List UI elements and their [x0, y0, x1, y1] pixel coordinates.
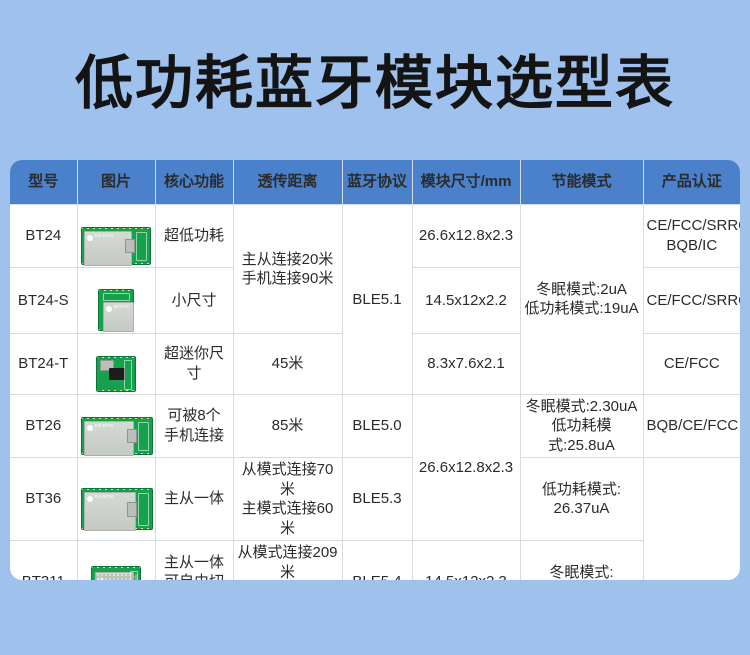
antenna-trace	[124, 360, 132, 390]
distance-cell: 从模式连接209米 主模式连接86米	[233, 541, 342, 581]
column-header-model: 型号	[10, 160, 77, 205]
size-cell: 26.6x12.8x2.3	[412, 394, 520, 541]
protocol-cell: BLE5.1	[342, 205, 412, 395]
feature-cell: 可被8个 手机连接	[155, 394, 233, 458]
size-cell: 14.5x12x2.3	[412, 541, 520, 581]
brand-logo-icon	[87, 425, 93, 431]
selection-table-card: 型号 图片 核心功能 透传距离 蓝牙协议 模块尺寸/mm 节能模式 产品认证 B…	[10, 160, 740, 580]
distance-cell: 从模式连接70米 主模式连接60米	[233, 458, 342, 541]
antenna-trace	[138, 422, 149, 451]
module-photo-cell: DX-BT311	[77, 541, 155, 581]
brand-logo-icon	[106, 306, 112, 312]
brand-logo-icon	[87, 496, 93, 502]
module-label: DX-BT24	[95, 234, 114, 239]
spec-table: 型号 图片 核心功能 透传距离 蓝牙协议 模块尺寸/mm 节能模式 产品认证 B…	[10, 160, 740, 580]
column-header-size: 模块尺寸/mm	[412, 160, 520, 205]
feature-cell: 主从一体 可自由切换	[155, 541, 233, 581]
module-label: BT24-S	[114, 305, 129, 310]
module-photo-cell	[77, 334, 155, 395]
model-cell: BT24-T	[10, 334, 77, 395]
brand-logo-icon	[87, 235, 93, 241]
column-header-cert: 产品认证	[643, 160, 740, 205]
page-title: 低功耗蓝牙模块选型表	[0, 36, 750, 120]
column-header-feature: 核心功能	[155, 160, 233, 205]
bt311-module-photo: DX-BT311	[91, 566, 141, 580]
size-cell: 8.3x7.6x2.1	[412, 334, 520, 395]
page: 低功耗蓝牙模块选型表 型号 图片 核心功能 透传距离 蓝牙协议 模块尺寸/mm …	[0, 0, 750, 655]
antenna-trace	[103, 293, 130, 301]
model-cell: BT24-S	[10, 267, 77, 334]
distance-cell: 45米	[233, 334, 342, 395]
component-block	[125, 239, 135, 253]
cert-cell: CE/FCC/SRRC	[643, 267, 740, 334]
model-cell: BT26	[10, 394, 77, 458]
header-row: 型号 图片 核心功能 透传距离 蓝牙协议 模块尺寸/mm 节能模式 产品认证	[10, 160, 740, 205]
distance-cell: 85米	[233, 394, 342, 458]
protocol-cell: BLE5.3	[342, 458, 412, 541]
module-photo-cell: BT24-S	[77, 267, 155, 334]
power-cell: 冬眠模式: 10uA	[520, 541, 643, 581]
table-row-bt311: BT311 DX-BT311 主从一体 可自由切换 从模式连接209米 主模式	[10, 541, 740, 581]
column-header-image: 图片	[77, 160, 155, 205]
feature-cell: 小尺寸	[155, 267, 233, 334]
power-cell: 低功耗模式: 26.37uA	[520, 458, 643, 541]
module-photo-cell: DX-BT26	[77, 394, 155, 458]
model-cell: BT311	[10, 541, 77, 581]
feature-cell: 主从一体	[155, 458, 233, 541]
column-header-distance: 透传距离	[233, 160, 342, 205]
size-cell: 14.5x12x2.2	[412, 267, 520, 334]
component-block	[127, 429, 137, 443]
table-row-bt26: BT26 DX-BT26 可被8个 手机连接 85米 BL	[10, 394, 740, 458]
column-header-protocol: 蓝牙协议	[342, 160, 412, 205]
table-header: 型号 图片 核心功能 透传距离 蓝牙协议 模块尺寸/mm 节能模式 产品认证	[10, 160, 740, 205]
bt24s-module-photo: BT24-S	[98, 289, 134, 331]
model-cell: BT36	[10, 458, 77, 541]
protocol-cell: BLE5.4	[342, 541, 412, 581]
bt36-module-photo: DX-BT36	[81, 488, 153, 530]
bt26-module-photo: DX-BT26	[81, 417, 153, 455]
module-photo-cell: DX-BT36	[77, 458, 155, 541]
feature-cell: 超迷你尺寸	[155, 334, 233, 395]
column-header-power: 节能模式	[520, 160, 643, 205]
table-row-bt36: BT36 DX-BT36 主从一体 从模式连接70米 主模式连接60米	[10, 458, 740, 541]
cert-cell	[643, 458, 740, 581]
module-label: DX-BT36	[95, 495, 114, 500]
bt24t-module-photo	[96, 356, 136, 392]
antenna-trace	[138, 493, 149, 526]
distance-cell: 主从连接20米 手机连接90米	[233, 205, 342, 334]
power-cell: 冬眠模式:2uA 低功耗模式:19uA	[520, 205, 643, 395]
size-cell: 26.6x12.8x2.3	[412, 205, 520, 268]
cert-cell: CE/FCC/SRRC BQB/IC	[643, 205, 740, 268]
cert-cell: CE/FCC	[643, 334, 740, 395]
cert-cell: BQB/CE/FCC	[643, 394, 740, 458]
module-photo-cell: DX-BT24	[77, 205, 155, 268]
model-cell: BT24	[10, 205, 77, 268]
table-row-bt24: BT24 DX-BT24 超低功耗 主从连接20米 手机连接90米	[10, 205, 740, 268]
module-label: DX-BT26	[95, 424, 114, 429]
feature-cell: 超低功耗	[155, 205, 233, 268]
chip-block	[109, 368, 125, 380]
power-cell: 冬眠模式:2.30uA 低功耗模式:25.8uA	[520, 394, 643, 458]
module-shield: BT24-S	[103, 302, 134, 332]
antenna-trace	[130, 571, 138, 580]
component-block	[127, 502, 137, 517]
protocol-cell: BLE5.0	[342, 394, 412, 458]
bt24-module-photo: DX-BT24	[81, 227, 151, 265]
antenna-trace	[136, 232, 147, 261]
